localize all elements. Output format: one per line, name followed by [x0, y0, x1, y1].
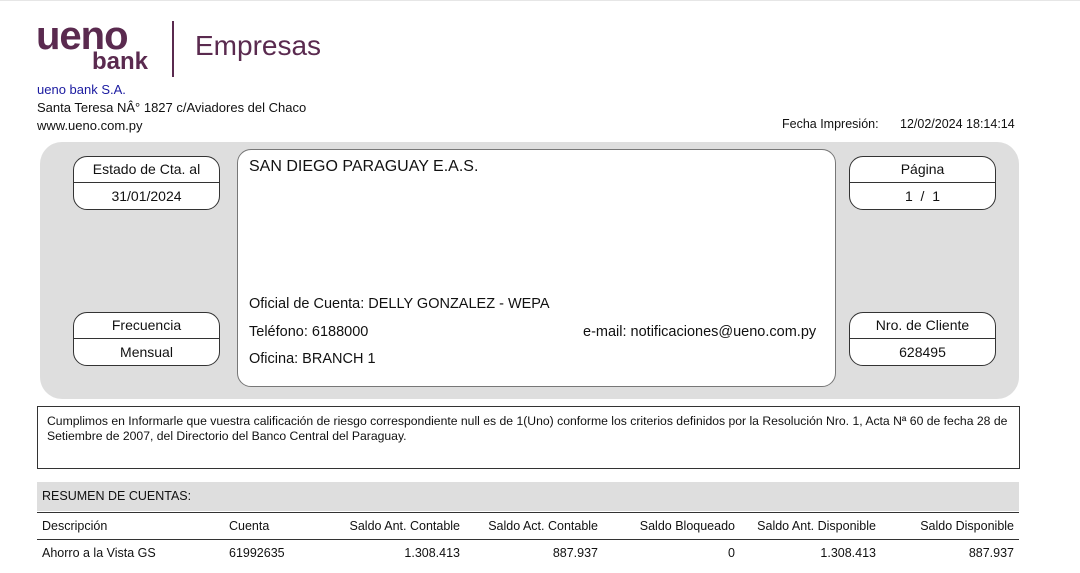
estado-value: 31/01/2024 — [111, 188, 182, 204]
pagina-value: 1 / 1 — [904, 188, 941, 204]
client-branch: Oficina: BRANCH 1 — [249, 351, 376, 367]
col-header-saldo-bloqueado: Saldo Bloqueado — [639, 519, 735, 533]
col-header-saldo-ant-disponible: Saldo Ant. Disponible — [757, 519, 876, 533]
cliente-box: Nro. de Cliente 628495 — [849, 312, 996, 366]
summary-header-divider — [37, 512, 1019, 513]
frecuencia-box: Frecuencia Mensual — [73, 312, 220, 366]
bank-address: Santa Teresa NÂ° 1827 c/Aviadores del Ch… — [37, 100, 307, 115]
top-divider — [0, 0, 1080, 1]
summary-row-divider — [37, 539, 1019, 540]
account-officer: Oficial de Cuenta: DELLY GONZALEZ - WEPA — [249, 296, 550, 312]
logo-empresas-text: Empresas — [195, 30, 322, 61]
row-saldo-disponible: 887.937 — [968, 546, 1014, 560]
row-saldo-act-contable: 887.937 — [552, 546, 598, 560]
row-cuenta: 61992635 — [229, 546, 285, 560]
estado-label: Estado de Cta. al — [74, 157, 219, 183]
col-header-descripcion: Descripción — [42, 519, 108, 533]
cliente-label: Nro. de Cliente — [850, 313, 995, 339]
estado-box: Estado de Cta. al 31/01/2024 — [73, 156, 220, 210]
row-saldo-ant-contable: 1.308.413 — [404, 546, 460, 560]
logo-bank-text: bank — [92, 48, 149, 75]
pagina-label: Página — [850, 157, 995, 183]
col-header-saldo-ant-contable: Saldo Ant. Contable — [349, 519, 461, 533]
bank-website: www.ueno.com.py — [37, 118, 143, 133]
client-phone: Teléfono: 6188000 — [249, 324, 369, 340]
client-name: SAN DIEGO PARAGUAY E.A.S. — [249, 158, 479, 175]
logo-separator — [172, 21, 174, 77]
row-saldo-ant-disponible: 1.308.413 — [820, 546, 876, 560]
frecuencia-label: Frecuencia — [74, 313, 219, 339]
row-descripcion: Ahorro a la Vista GS — [42, 546, 156, 560]
frecuencia-value: Mensual — [120, 344, 173, 360]
pagina-box: Página 1 / 1 — [849, 156, 996, 210]
col-header-cuenta: Cuenta — [229, 519, 270, 533]
col-header-saldo-act-contable: Saldo Act. Contable — [488, 519, 598, 533]
client-email: e-mail: notificaciones@ueno.com.py — [583, 324, 817, 340]
risk-notice: Cumplimos en Informarle que vuestra cali… — [37, 406, 1020, 469]
ueno-bank-logo: ueno bank Empresas — [36, 14, 336, 82]
client-info-box: SAN DIEGO PARAGUAY E.A.S. Oficial de Cue… — [237, 149, 836, 387]
col-header-saldo-disponible: Saldo Disponible — [920, 519, 1014, 533]
print-date-label: Fecha Impresión: — [782, 117, 879, 131]
cliente-value: 628495 — [899, 344, 946, 360]
summary-title: RESUMEN DE CUENTAS: — [37, 482, 1019, 511]
row-saldo-bloqueado: 0 — [728, 546, 735, 560]
bank-name: ueno bank S.A. — [37, 82, 126, 97]
print-date-value: 12/02/2024 18:14:14 — [900, 117, 1015, 131]
